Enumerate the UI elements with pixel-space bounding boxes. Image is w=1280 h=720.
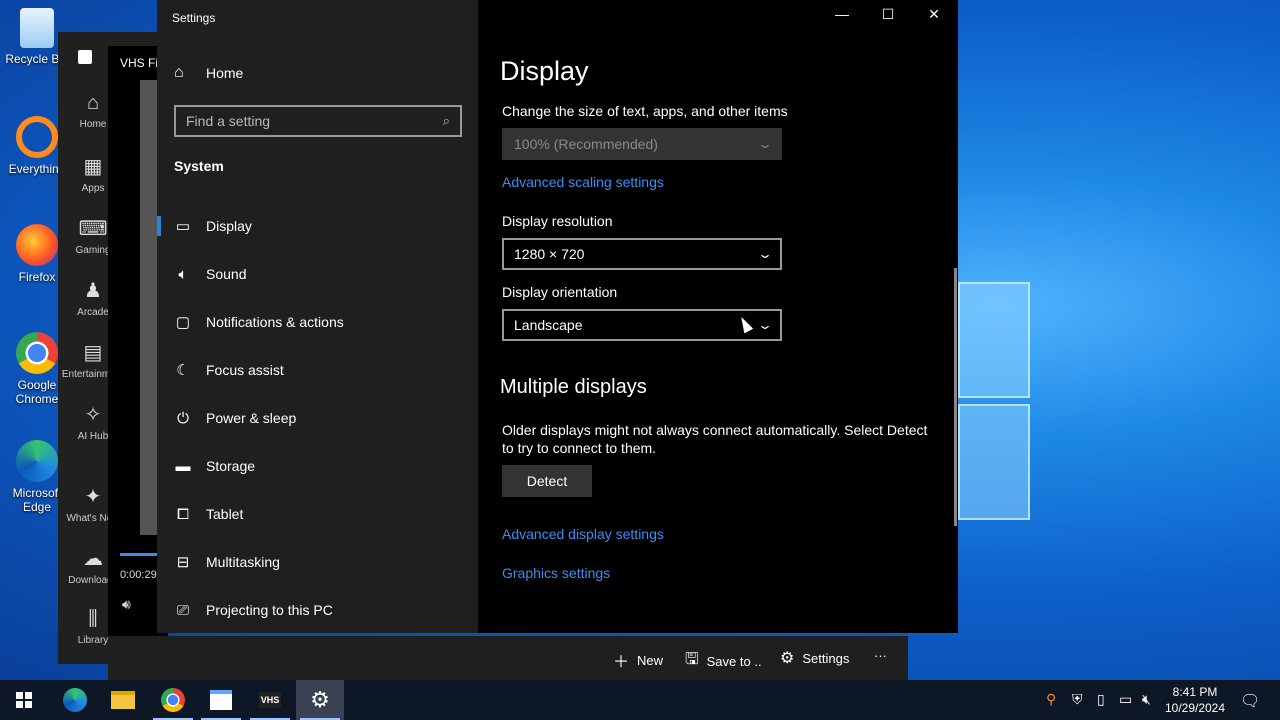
clock-time: 8:41 PM [1172,685,1218,699]
taskbar-clock[interactable]: 8:41 PM 10/29/2024 [1160,684,1230,716]
multiple-desc-line1: Older displays might not always connect … [502,422,928,438]
vhs-command-bar: ＋ New 🖫︎ Save to .. ⚙ Settings ··· [108,636,908,680]
start-button[interactable] [0,680,48,720]
search-input[interactable] [186,113,443,129]
chrome-icon [161,688,185,712]
detect-button[interactable]: Detect [502,465,592,497]
firefox-icon [16,224,58,266]
focus-assist-icon: ☾ [176,362,190,379]
volume-muted-icon[interactable]: 🔇︎ [1142,691,1151,708]
search-icon: ⌕ [442,113,450,128]
resolution-label: Display resolution [502,213,613,229]
taskbar-chrome[interactable] [149,680,197,720]
window-title: Settings [172,11,216,25]
settings-button[interactable]: ⚙ Settings [780,648,849,668]
home-icon: ⌂ [174,64,184,81]
taskbar-vhs[interactable]: VHS [246,680,294,720]
everything-tray-icon[interactable]: ⚲ [1046,691,1056,708]
advanced-scaling-link[interactable]: Advanced scaling settings [502,174,664,190]
vhs-icon: VHS [258,692,282,708]
windows-logo-wallpaper [958,282,1030,522]
storage-icon: ▬ [175,457,191,475]
nav-item-projecting[interactable]: ⎚ Projecting to this PC [157,590,478,630]
edge-icon [16,440,58,482]
resolution-dropdown[interactable]: 1280 × 720 ⌄ [502,238,782,270]
chevron-down-icon: ⌄ [756,137,774,151]
settings-sidebar: Settings ⌂ Home ⌕ System ▭Display 🔈︎Soun… [157,0,478,633]
notification-center-icon[interactable]: 🗨︎ [1240,691,1260,711]
section-title: System [174,158,224,174]
multiple-displays-heading: Multiple displays [500,376,647,398]
everything-icon [16,116,58,158]
nav-item-notifications[interactable]: ▢ Notifications & actions [157,302,478,342]
graphics-settings-link[interactable]: Graphics settings [502,565,610,581]
plus-icon: ＋ [613,654,630,671]
vhs-window-title: VHS Fil [120,56,161,70]
taskbar-file-explorer[interactable] [99,680,147,720]
vhs-progress-bar[interactable] [120,553,158,556]
nav-item-power-sleep[interactable]: ⏻ Power & sleep [157,398,478,438]
scale-dropdown: 100% (Recommended) ⌄ [502,128,782,160]
save-to-button[interactable]: 🖫︎ Save to .. [685,648,762,675]
scale-label: Change the size of text, apps, and other… [502,103,788,119]
save-icon: 🖫︎ [685,651,699,668]
vhs-time: 0:00:29 [120,569,157,581]
page-title: Display [500,56,589,86]
store-icon [210,690,232,710]
new-button[interactable]: ＋ New [613,648,663,672]
nav-item-focus-assist[interactable]: ☾ Focus assist [157,350,478,390]
multiple-desc-line2: to try to connect to them. [502,440,657,456]
more-button[interactable]: ··· [874,648,887,663]
projecting-icon: ⎚ [176,601,189,619]
taskbar: VHS ⚙ ⚲ ⛨ ▯ ▭ 🔇︎ 8:41 PM 10/29/2024 🗨︎ [0,680,1280,720]
taskbar-store[interactable] [197,680,245,720]
store-app-icon [78,50,92,64]
taskbar-edge[interactable] [51,680,99,720]
security-tray-icon[interactable]: ⛨ [1072,691,1083,708]
home-nav-item[interactable]: ⌂ Home [174,64,243,82]
nav-item-multitasking[interactable]: ⊟ Multitasking [157,542,478,582]
tablet-icon: ⧠ [176,505,189,523]
start-icon [16,692,32,708]
network-tray-icon[interactable]: ▭ [1119,691,1132,708]
nav-item-tablet[interactable]: ⧠ Tablet [157,494,478,534]
nav-item-sound[interactable]: 🔈︎ Sound [157,254,478,294]
gear-icon: ⚙ [780,650,795,667]
notifications-icon: ▢ [175,314,191,331]
chrome-icon [16,332,58,374]
clock-date: 10/29/2024 [1164,701,1226,715]
taskbar-settings[interactable]: ⚙ [296,680,344,720]
usb-tray-icon[interactable]: ▯ [1097,691,1105,708]
volume-icon[interactable]: 🔊︎ [122,596,131,613]
settings-window: Settings ⌂ Home ⌕ System ▭Display 🔈︎Soun… [157,0,958,633]
sound-icon: 🔈︎ [178,265,188,283]
settings-content: Display Change the size of text, apps, a… [478,0,958,633]
orientation-label: Display orientation [502,284,618,300]
nav-item-display[interactable]: ▭ Display [157,206,478,246]
chevron-down-icon: ⌄ [756,247,774,261]
advanced-display-link[interactable]: Advanced display settings [502,526,664,542]
display-icon: ▭ [175,218,191,235]
settings-icon: ⚙ [310,687,330,712]
vhs-video-area [140,80,158,535]
scrollbar[interactable] [954,268,957,526]
chevron-down-icon: ⌄ [756,318,774,332]
recycle-bin-icon [20,8,54,48]
search-box[interactable]: ⌕ [174,105,462,137]
edge-icon [63,688,87,712]
power-icon: ⏻ [177,409,189,427]
multitasking-icon: ⊟ [176,554,190,571]
nav-item-storage[interactable]: ▬ Storage [157,446,478,486]
file-explorer-icon [111,691,135,709]
